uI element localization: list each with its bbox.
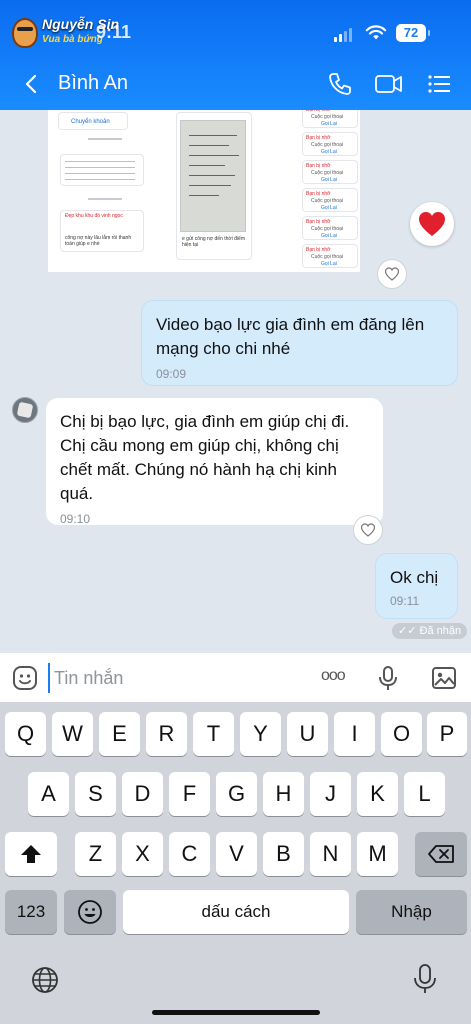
key-i[interactable]: I — [334, 712, 375, 756]
date-divider-2 — [88, 198, 122, 200]
key-s[interactable]: S — [75, 772, 116, 816]
debt-note: công nợ này lâu lắm rồi thanh toán giúp … — [65, 235, 132, 247]
shift-key[interactable] — [5, 832, 57, 876]
react-button[interactable] — [377, 259, 407, 289]
video-call-icon[interactable] — [374, 70, 404, 98]
emoji-icon — [78, 900, 102, 924]
battery-indicator: 72 — [396, 24, 430, 42]
more-options-icon[interactable]: ooo — [321, 667, 346, 685]
link-card: Đẹp khu khu đó vinh ngọc công nợ này lâu… — [60, 210, 144, 252]
key-e[interactable]: E — [99, 712, 140, 756]
emoji-sticker-icon[interactable] — [11, 664, 39, 692]
heart-reaction-badge[interactable] — [410, 202, 454, 246]
key-d[interactable]: D — [122, 772, 163, 816]
home-indicator — [152, 1010, 320, 1015]
date-divider — [88, 138, 122, 140]
mascot-icon — [12, 18, 38, 48]
key-t[interactable]: T — [193, 712, 234, 756]
link-card-title: Đẹp khu khu đó vinh ngọc — [65, 213, 123, 219]
double-check-icon: ✓✓ — [398, 625, 417, 637]
key-k[interactable]: K — [357, 772, 398, 816]
back-arrow-icon[interactable] — [20, 72, 44, 96]
contact-name[interactable]: Bình An — [58, 72, 128, 95]
cellular-signal-icon — [334, 28, 352, 42]
key-x[interactable]: X — [122, 832, 163, 876]
wifi-icon — [365, 25, 387, 40]
chat-header: Nguyễn Sin Vua bà bứng 9:11 72 Bình An — [0, 0, 471, 110]
key-f[interactable]: F — [169, 772, 210, 816]
message-time: 09:10 — [60, 512, 91, 526]
message-time: 09:11 — [390, 594, 420, 608]
status-time: 9:11 — [96, 22, 132, 42]
shared-screenshot-image[interactable]: Chuyển khoản Đẹp khu khu đó vinh ngọc cô… — [48, 110, 360, 272]
key-g[interactable]: G — [216, 772, 257, 816]
message-bubble-received[interactable]: Chị bị bạo lực, gia đình em giúp chị đi.… — [46, 398, 383, 526]
react-button[interactable] — [353, 515, 383, 545]
paper-photo — [180, 120, 246, 232]
transfer-label: Chuyển khoản — [71, 119, 110, 125]
globe-icon[interactable] — [30, 965, 60, 995]
missed-calls-column: Bạn bị nhỡ Cuộc gọi thoại Gọi Lại Bạn bị n… — [302, 110, 360, 272]
key-c[interactable]: C — [169, 832, 210, 876]
space-key[interactable]: dấu cách — [123, 890, 349, 934]
heart-outline-icon — [384, 267, 400, 281]
dictation-mic-icon[interactable] — [412, 963, 438, 995]
emoji-key[interactable] — [64, 890, 116, 934]
contact-avatar[interactable] — [12, 397, 38, 423]
backspace-icon — [428, 845, 454, 863]
message-text: Ok chị — [390, 568, 439, 587]
backspace-key[interactable] — [415, 832, 467, 876]
composer-bar: ooo — [0, 652, 471, 702]
microphone-icon[interactable] — [374, 664, 402, 692]
paper-caption: e gửi công nợ đến thời điểm hiện tại — [182, 236, 245, 248]
heart-icon — [419, 212, 445, 236]
key-b[interactable]: B — [263, 832, 304, 876]
key-h[interactable]: H — [263, 772, 304, 816]
message-input[interactable] — [48, 663, 298, 693]
status-bar: Nguyễn Sin Vua bà bứng 9:11 72 — [0, 16, 471, 50]
numbers-key[interactable]: 123 — [5, 890, 57, 934]
key-p[interactable]: P — [427, 712, 467, 756]
key-q[interactable]: Q — [5, 712, 46, 756]
heart-outline-icon — [360, 523, 376, 537]
key-o[interactable]: O — [381, 712, 422, 756]
shift-arrow-icon — [21, 845, 41, 863]
key-l[interactable]: L — [404, 772, 445, 816]
key-m[interactable]: M — [357, 832, 398, 876]
key-w[interactable]: W — [52, 712, 93, 756]
key-v[interactable]: V — [216, 832, 257, 876]
message-bubble-sent[interactable]: Video bạo lực gia đình em đăng lên mạng … — [141, 300, 458, 386]
message-bubble-sent[interactable]: Ok chị 09:11 — [375, 553, 458, 619]
key-y[interactable]: Y — [240, 712, 281, 756]
menu-list-icon[interactable] — [426, 70, 454, 98]
watermark-subtitle: Vua bà bứng — [42, 34, 103, 45]
return-key[interactable]: Nhập — [356, 890, 467, 934]
ios-keyboard: Q W E R T Y U I O P A S D F G H J K L Z … — [0, 702, 471, 1024]
key-u[interactable]: U — [287, 712, 328, 756]
key-j[interactable]: J — [310, 772, 351, 816]
image-gallery-icon[interactable] — [430, 664, 458, 692]
transfer-card: Chuyển khoản — [58, 112, 128, 130]
key-a[interactable]: A — [28, 772, 69, 816]
table-card — [60, 154, 144, 186]
key-n[interactable]: N — [310, 832, 351, 876]
message-text: Video bạo lực gia đình em đăng lên mạng … — [156, 315, 425, 358]
delivery-status-label: Đã nhận — [419, 625, 462, 637]
key-r[interactable]: R — [146, 712, 187, 756]
phone-call-icon[interactable] — [326, 70, 354, 98]
key-z[interactable]: Z — [75, 832, 116, 876]
message-text: Chị bị bạo lực, gia đình em giúp chị đi.… — [60, 412, 350, 503]
nav-bar: Bình An — [0, 66, 471, 106]
delivery-status: ✓✓ Đã nhận — [392, 623, 468, 639]
chat-area[interactable]: Chuyển khoản Đẹp khu khu đó vinh ngọc cô… — [0, 110, 471, 652]
message-time: 09:09 — [156, 367, 187, 381]
